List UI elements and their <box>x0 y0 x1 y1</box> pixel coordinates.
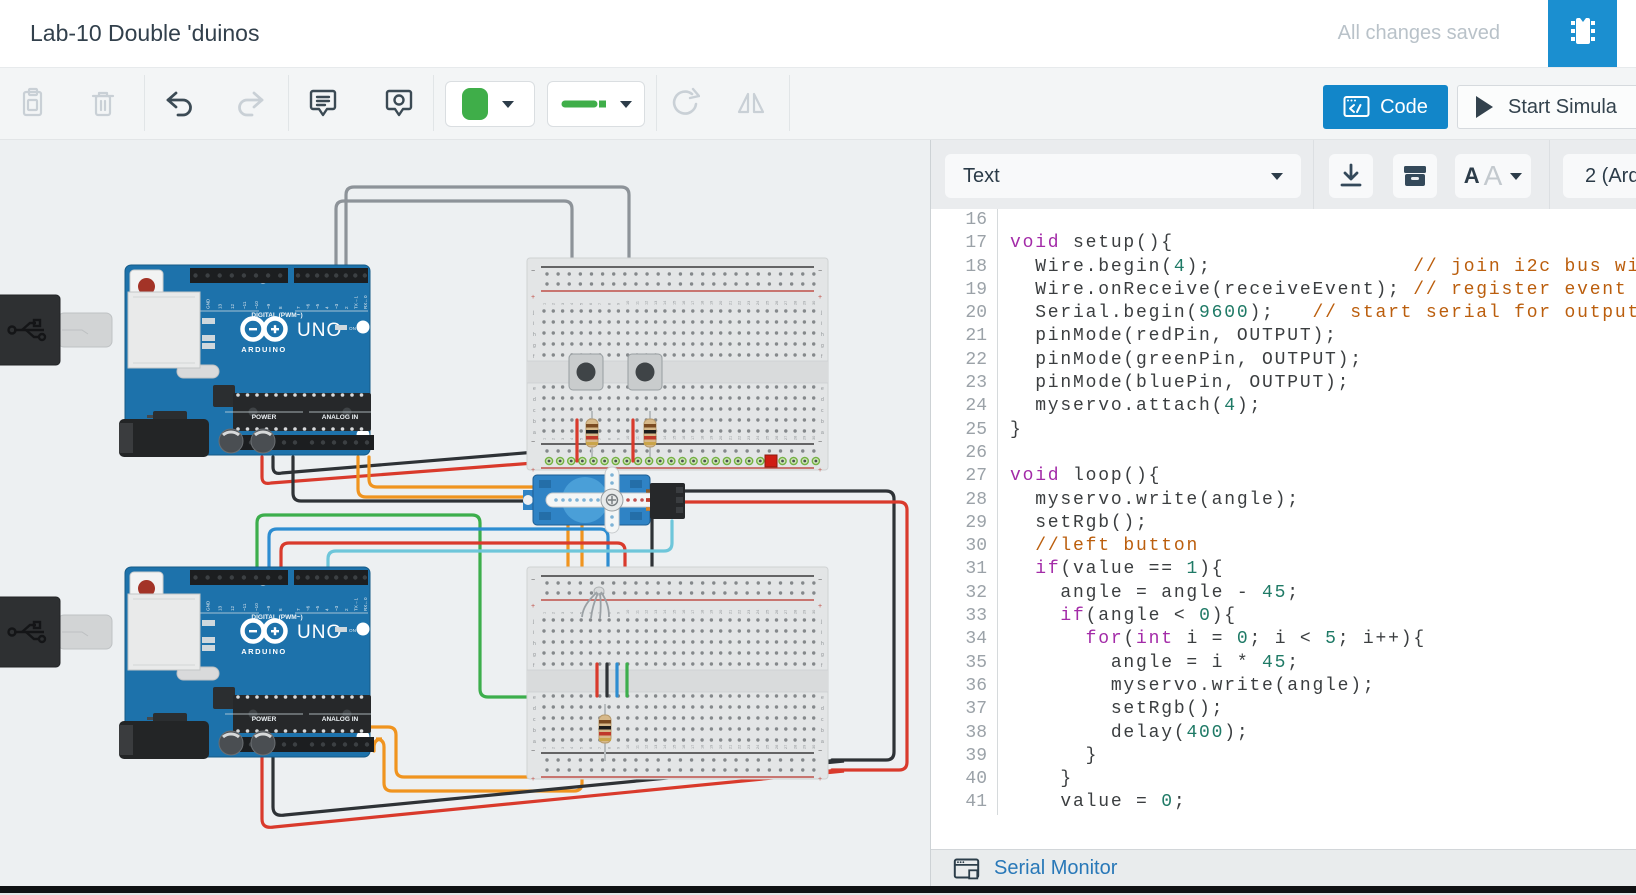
code-line: 36 myservo.write(angle); <box>931 674 1636 699</box>
delete-icon[interactable] <box>86 86 120 120</box>
code-line: 25} <box>931 418 1636 442</box>
board-select-value: 2 (Ard <box>1585 164 1636 187</box>
serial-monitor-icon <box>953 858 980 880</box>
chevron-down-icon <box>502 100 514 108</box>
rail-marker-red-square[interactable] <box>764 454 778 468</box>
copy-icon[interactable] <box>16 86 50 120</box>
wire-preview-icon <box>561 100 606 108</box>
wire-style-select[interactable] <box>547 81 645 127</box>
start-simulation-button[interactable]: Start Simula <box>1457 85 1636 129</box>
chevron-down-icon <box>1510 172 1523 180</box>
play-icon <box>1476 96 1493 118</box>
design-title[interactable]: Lab-10 Double 'duinos <box>30 0 259 67</box>
code-line: 16 <box>931 209 1636 233</box>
rotate-icon[interactable] <box>666 86 702 120</box>
code-line: 27 void loop(){ <box>931 465 1636 489</box>
code-mode-select[interactable]: Text <box>945 154 1301 198</box>
download-code-button[interactable] <box>1329 154 1373 198</box>
font-size-icon: A <box>1483 160 1503 191</box>
usb-cable-bottom[interactable] <box>0 596 113 668</box>
code-button[interactable]: Code <box>1323 85 1448 129</box>
chevron-down-icon <box>1271 172 1283 180</box>
toolbar-divider <box>789 75 790 131</box>
board-select[interactable]: 2 (Ard <box>1563 154 1636 198</box>
code-line: 17 void setup(){ <box>931 232 1636 256</box>
code-window-icon <box>1343 96 1370 117</box>
usb-cable-top[interactable] <box>0 294 113 366</box>
code-line: 28 myservo.write(angle); <box>931 488 1636 512</box>
code-line: 23 pinMode(bluePin, OUTPUT); <box>931 372 1636 396</box>
serial-monitor-toggle[interactable]: Serial Monitor <box>931 849 1636 887</box>
app-header: Lab-10 Double 'duinos All changes saved <box>0 0 1636 68</box>
code-line: 20 Serial.begin(9600); // start serial f… <box>931 302 1636 326</box>
code-line: 26 <box>931 441 1636 466</box>
panel-divider <box>1549 139 1550 209</box>
code-line: 39 } <box>931 744 1636 769</box>
code-line: 31 if(value == 1){ <box>931 558 1636 582</box>
code-line: 24 myservo.attach(4); <box>931 395 1636 419</box>
color-swatch-green <box>462 88 488 120</box>
archive-icon <box>1404 166 1426 186</box>
code-panel-toolbar: Text A A 2 (Ard <box>931 139 1636 210</box>
save-status: All changes saved <box>1337 22 1500 44</box>
download-icon <box>1340 163 1362 187</box>
toolbar: Code Start Simula <box>0 67 1636 140</box>
toolbar-divider <box>288 75 289 131</box>
code-line: 35 angle = i * 45; <box>931 651 1636 675</box>
redo-icon[interactable] <box>233 86 267 120</box>
usb-port-top <box>127 291 201 369</box>
code-line: 33 if(angle < 0){ <box>931 605 1636 629</box>
undo-icon[interactable] <box>163 86 197 120</box>
chip-icon <box>1565 13 1601 54</box>
code-line: 37 setRgb(); <box>931 698 1636 722</box>
library-button[interactable] <box>1393 154 1437 198</box>
code-line: 34 for(int i = 0; i < 5; i++){ <box>931 628 1636 652</box>
start-simulation-label: Start Simula <box>1508 95 1617 118</box>
component-color-select[interactable] <box>445 81 535 127</box>
code-mode-value: Text <box>963 164 1000 187</box>
code-line: 18 Wire.begin(4); // join i2c bus wi <box>931 255 1636 279</box>
pushbutton-1[interactable] <box>568 353 604 391</box>
font-size-icon: A <box>1463 163 1480 188</box>
toolbar-divider <box>656 75 657 131</box>
components-panel-button[interactable] <box>1548 0 1617 67</box>
code-line: 21 pinMode(redPin, OUTPUT); <box>931 325 1636 349</box>
code-editor[interactable]: 16 17 void setup(){18 Wire.begin(4); // jo… <box>931 209 1636 849</box>
serial-monitor-label: Serial Monitor <box>994 857 1118 879</box>
code-line: 41 value = 0; <box>931 791 1636 815</box>
code-line: 38 delay(400); <box>931 721 1636 745</box>
breadboard-bottom[interactable] <box>526 566 829 784</box>
code-button-label: Code <box>1380 95 1428 118</box>
code-panel: Text A A 2 (Ard 16 17 void setup(){18 W… <box>930 139 1636 887</box>
code-line: 22 pinMode(greenPin, OUTPUT); <box>931 348 1636 373</box>
code-line: 19 Wire.onReceive(receiveEvent); // regi… <box>931 278 1636 303</box>
code-line: 40 } <box>931 768 1636 792</box>
notes-icon[interactable] <box>306 86 340 120</box>
bottom-edge-bar <box>0 886 1636 895</box>
panel-divider <box>1313 139 1314 209</box>
chevron-down-icon <box>620 100 632 108</box>
toolbar-divider <box>433 75 434 131</box>
code-line: 32 angle = angle - 45; <box>931 581 1636 606</box>
code-line: 30 //left button <box>931 535 1636 559</box>
flip-icon[interactable] <box>734 86 768 120</box>
usb-port-bottom <box>127 593 201 671</box>
pushbutton-2[interactable] <box>627 353 663 391</box>
code-line: 29 setRgb(); <box>931 511 1636 536</box>
inspect-icon[interactable] <box>382 86 416 120</box>
font-size-select[interactable]: A A <box>1455 154 1531 198</box>
code-lines: 16 17 void setup(){18 Wire.begin(4); // jo… <box>931 209 1636 815</box>
circuit-canvas[interactable]: AREF GND 13 12 ~11 ~10 ~9 8 7 ~6 ~5 4 ~3 2 TX→1 RX←0 D… <box>0 139 930 886</box>
micro-servo[interactable] <box>523 466 685 534</box>
toolbar-divider <box>144 75 145 131</box>
